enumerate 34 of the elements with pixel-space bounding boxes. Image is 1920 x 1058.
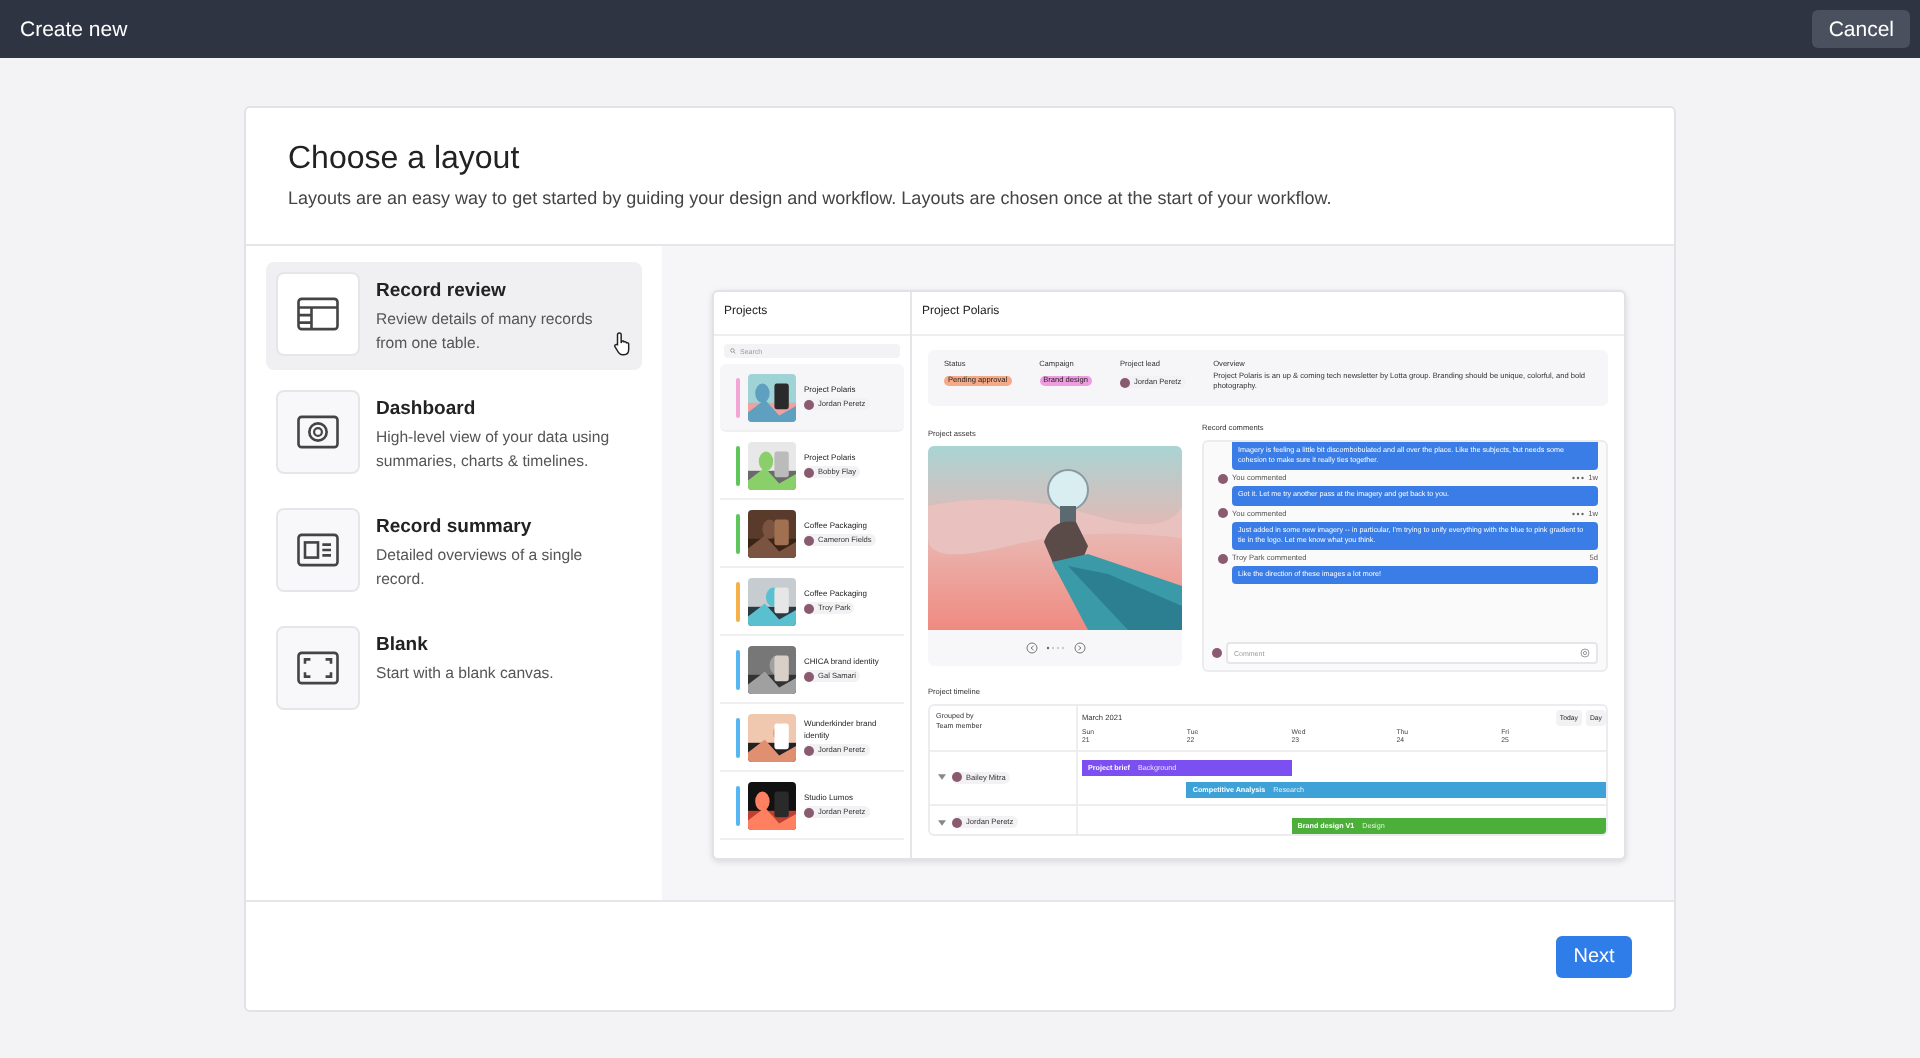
avatar [1212,648,1222,658]
page-title: Create new [20,17,128,41]
expand-icon [938,774,946,781]
avatar [804,745,814,756]
expand-icon [938,819,946,826]
previous-icon [1025,642,1037,654]
summary-layout-icon [276,508,360,592]
avatar [804,467,814,478]
dashboard-icon [276,390,360,474]
layout-name: Blank [376,634,430,656]
avatar [1119,377,1130,387]
avatar [952,817,962,828]
avatar [1218,473,1228,484]
table-layout-icon [276,272,360,356]
layout-name: Record review [376,280,508,302]
search-icon [730,348,736,354]
next-icon [1073,642,1085,654]
avatar [1218,553,1228,564]
blank-canvas-icon [276,626,360,710]
avatar [952,772,962,783]
next-button[interactable]: Next [1556,935,1632,977]
avatar [1218,508,1228,519]
avatar [804,807,814,818]
cancel-button[interactable]: Cancel [1812,10,1910,48]
dialog-title: Choose a layout [288,142,522,178]
avatar [804,603,814,614]
avatar [804,671,814,682]
mention-icon [1580,648,1590,658]
layout-name: Record summary [376,516,534,538]
avatar [804,535,814,546]
avatar [804,399,814,410]
pointer-cursor-icon [612,330,634,356]
dialog-subtitle: Layouts are an easy way to get started by guiding your design and workflow. Layouts are chosen once at the start of your workflow. [288,188,1334,208]
layout-name: Dashboard [376,398,478,420]
